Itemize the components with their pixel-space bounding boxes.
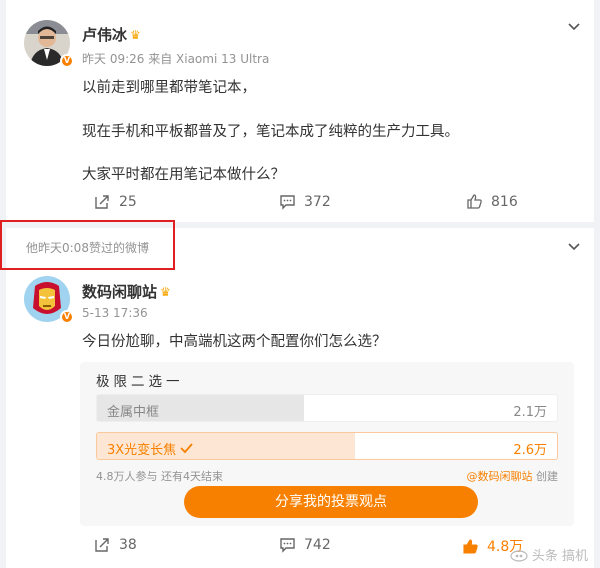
- watermark: 头条 搞机: [510, 545, 588, 564]
- post-text-line: 大家平时都在用笔记本做什么？: [82, 167, 285, 183]
- repost-icon: [95, 538, 109, 552]
- repost-button[interactable]: 25: [94, 193, 137, 210]
- post-text-line: 现在手机和平板都普及了，笔记本成了纯粹的生产力工具。: [82, 124, 459, 140]
- post-card-2: 他昨天0:08赞过的微博 V 数码闲聊站 ♛ 5-13 17:36 今日份尬聊，中…: [6, 228, 594, 568]
- poll-creator-link[interactable]: @数码闲聊站: [467, 470, 533, 483]
- post-meta: 昨天 09:26 来自 Xiaomi 13 Ultra: [82, 52, 270, 66]
- like-button[interactable]: 816: [466, 193, 518, 210]
- poll-option-2[interactable]: 3X光变长焦 2.6万: [96, 432, 558, 460]
- author-name[interactable]: 数码闲聊站 ♛: [82, 281, 171, 302]
- comment-icon: [280, 538, 295, 553]
- poll-card: 极限二选一 金属中框 2.1万 3X光变长焦 2.6万 4.8万人参与 还有4天…: [80, 362, 574, 526]
- comment-icon: [280, 195, 295, 210]
- comment-button[interactable]: 372: [279, 193, 331, 210]
- repost-icon: [95, 195, 109, 209]
- author-name[interactable]: 卢伟冰 ♛: [82, 24, 141, 45]
- highlight-box: [0, 220, 175, 270]
- repost-button[interactable]: 38: [94, 536, 137, 553]
- comment-button[interactable]: 742: [279, 536, 331, 553]
- crown-icon: ♛: [160, 285, 171, 299]
- toutiao-logo-icon: [510, 549, 528, 562]
- verified-icon: V: [60, 54, 74, 68]
- thumbs-up-icon: [463, 538, 478, 554]
- thumbs-up-icon: [467, 194, 482, 209]
- poll-title: 极限二选一: [96, 374, 184, 390]
- chevron-down-icon[interactable]: [566, 238, 582, 254]
- poll-option-count: 2.1万: [513, 405, 547, 420]
- poll-option-label: 金属中框: [107, 405, 160, 420]
- poll-option-count: 2.6万: [513, 443, 547, 458]
- poll-option-1[interactable]: 金属中框 2.1万: [96, 394, 558, 422]
- post-meta: 5-13 17:36: [82, 306, 148, 320]
- verified-icon: V: [60, 310, 74, 324]
- crown-icon: ♛: [130, 28, 141, 42]
- share-vote-button[interactable]: 分享我的投票观点: [184, 486, 478, 518]
- post-text-line: 以前走到哪里都带笔记本，: [82, 80, 256, 96]
- post-card-1: V 卢伟冰 ♛ 昨天 09:26 来自 Xiaomi 13 Ultra 以前走到哪…: [6, 0, 594, 222]
- poll-creator: @数码闲聊站 创建: [466, 470, 559, 483]
- check-icon: [180, 443, 193, 454]
- poll-option-label: 3X光变长焦: [107, 439, 193, 458]
- poll-info: 4.8万人参与 还有4天结束: [96, 470, 223, 483]
- chevron-down-icon[interactable]: [566, 18, 582, 34]
- post-text: 今日份尬聊，中高端机这两个配置你们怎么选？: [82, 334, 387, 350]
